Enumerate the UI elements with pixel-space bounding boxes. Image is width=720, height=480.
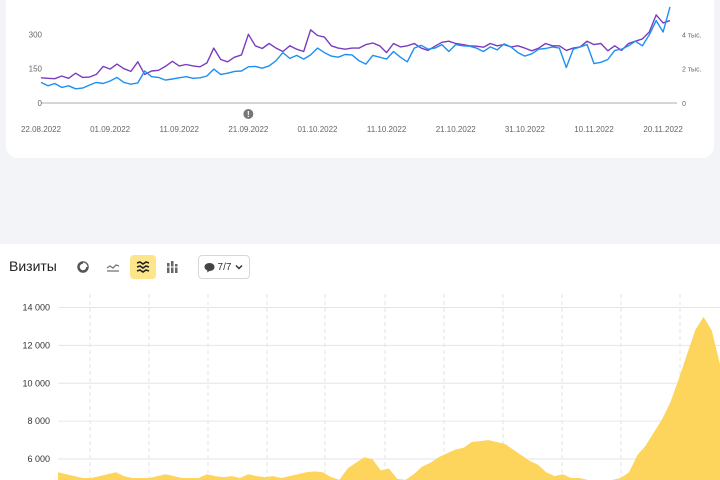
chevron-down-icon — [235, 264, 243, 270]
y-right-tick-label: 2 тыс. — [682, 67, 702, 74]
visits-panel: Визиты 7/7 6 000 8 000 10 000 12 000 14 … — [0, 244, 720, 480]
visits-area-chart: 6 000 8 000 10 000 12 000 14 000 — [22, 294, 720, 480]
series-line-0 — [40, 14, 671, 80]
pie-chart-icon — [77, 261, 89, 273]
y-tick-label: 6 000 — [27, 454, 50, 464]
x-tick-label: 21.09.2022 — [228, 125, 269, 134]
annotation-marker-label: ! — [247, 110, 250, 119]
y-tick-label: 10 000 — [22, 378, 50, 388]
pie-chart-button[interactable] — [70, 255, 96, 279]
x-tick-label: 01.10.2022 — [297, 125, 338, 134]
y-tick-label: 12 000 — [22, 340, 50, 350]
y-right-tick-label: 4 тыс. — [682, 32, 702, 39]
area-chart-button[interactable] — [130, 255, 156, 279]
top-line-chart: 0 150 300 0 2 тыс. 4 тыс. 22.08.2022 01.09.2022… — [21, 6, 702, 134]
x-tick-label: 20.11.2022 — [643, 125, 683, 134]
y-tick-label: 8 000 — [27, 416, 50, 426]
area-chart-icon — [136, 261, 150, 273]
visits-title: Визиты — [9, 258, 57, 274]
line-chart-icon — [106, 264, 120, 272]
y-right-tick-label: 0 — [682, 101, 686, 108]
y-tick-label: 14 000 — [22, 302, 50, 312]
segments-count: 7/7 — [217, 261, 232, 273]
x-tick-label: 31.10.2022 — [505, 125, 546, 134]
visits-toolbar: Визиты 7/7 — [0, 244, 720, 288]
stacked-bar-icon — [167, 261, 178, 273]
y-left-tick-label: 300 — [29, 30, 43, 39]
x-tick-label: 21.10.2022 — [436, 125, 477, 134]
y-left-tick-label: 0 — [38, 99, 43, 108]
x-tick-label: 11.09.2022 — [160, 125, 200, 134]
x-tick-label: 22.08.2022 — [21, 125, 62, 134]
line-chart-button[interactable] — [100, 255, 126, 279]
top-chart-card: 0 150 300 0 2 тыс. 4 тыс. 22.08.2022 01.09.2022… — [6, 0, 714, 158]
x-tick-label: 11.10.2022 — [367, 125, 407, 134]
y-left-tick-label: 150 — [29, 65, 43, 74]
comment-icon — [204, 262, 215, 272]
segments-dropdown[interactable]: 7/7 — [198, 255, 250, 279]
x-tick-label: 10.11.2022 — [574, 125, 614, 134]
x-tick-label: 01.09.2022 — [90, 125, 131, 134]
bar-chart-button[interactable] — [160, 255, 186, 279]
